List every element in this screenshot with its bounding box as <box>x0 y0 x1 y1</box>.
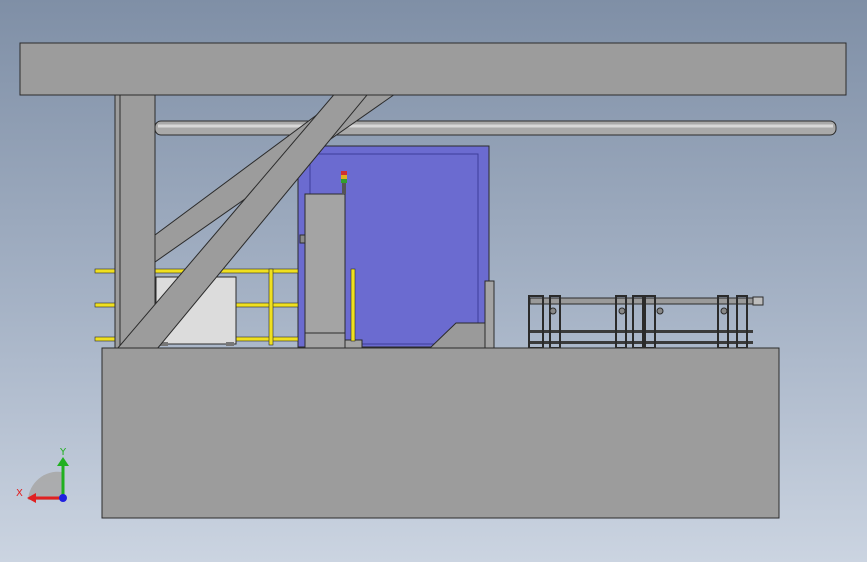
y-axis-label: Y <box>59 447 67 458</box>
roller-conveyor-left <box>528 295 646 349</box>
model-scene[interactable]: Y X <box>0 0 867 562</box>
x-axis-label: X <box>16 488 23 499</box>
coordinate-triad-icon[interactable]: Y X <box>16 447 69 503</box>
top-beam <box>19 42 847 96</box>
cad-viewport[interactable]: Y X <box>0 0 867 562</box>
base-platform <box>101 347 780 519</box>
overhead-pipe <box>154 120 837 136</box>
roller-conveyor-right <box>644 295 764 349</box>
